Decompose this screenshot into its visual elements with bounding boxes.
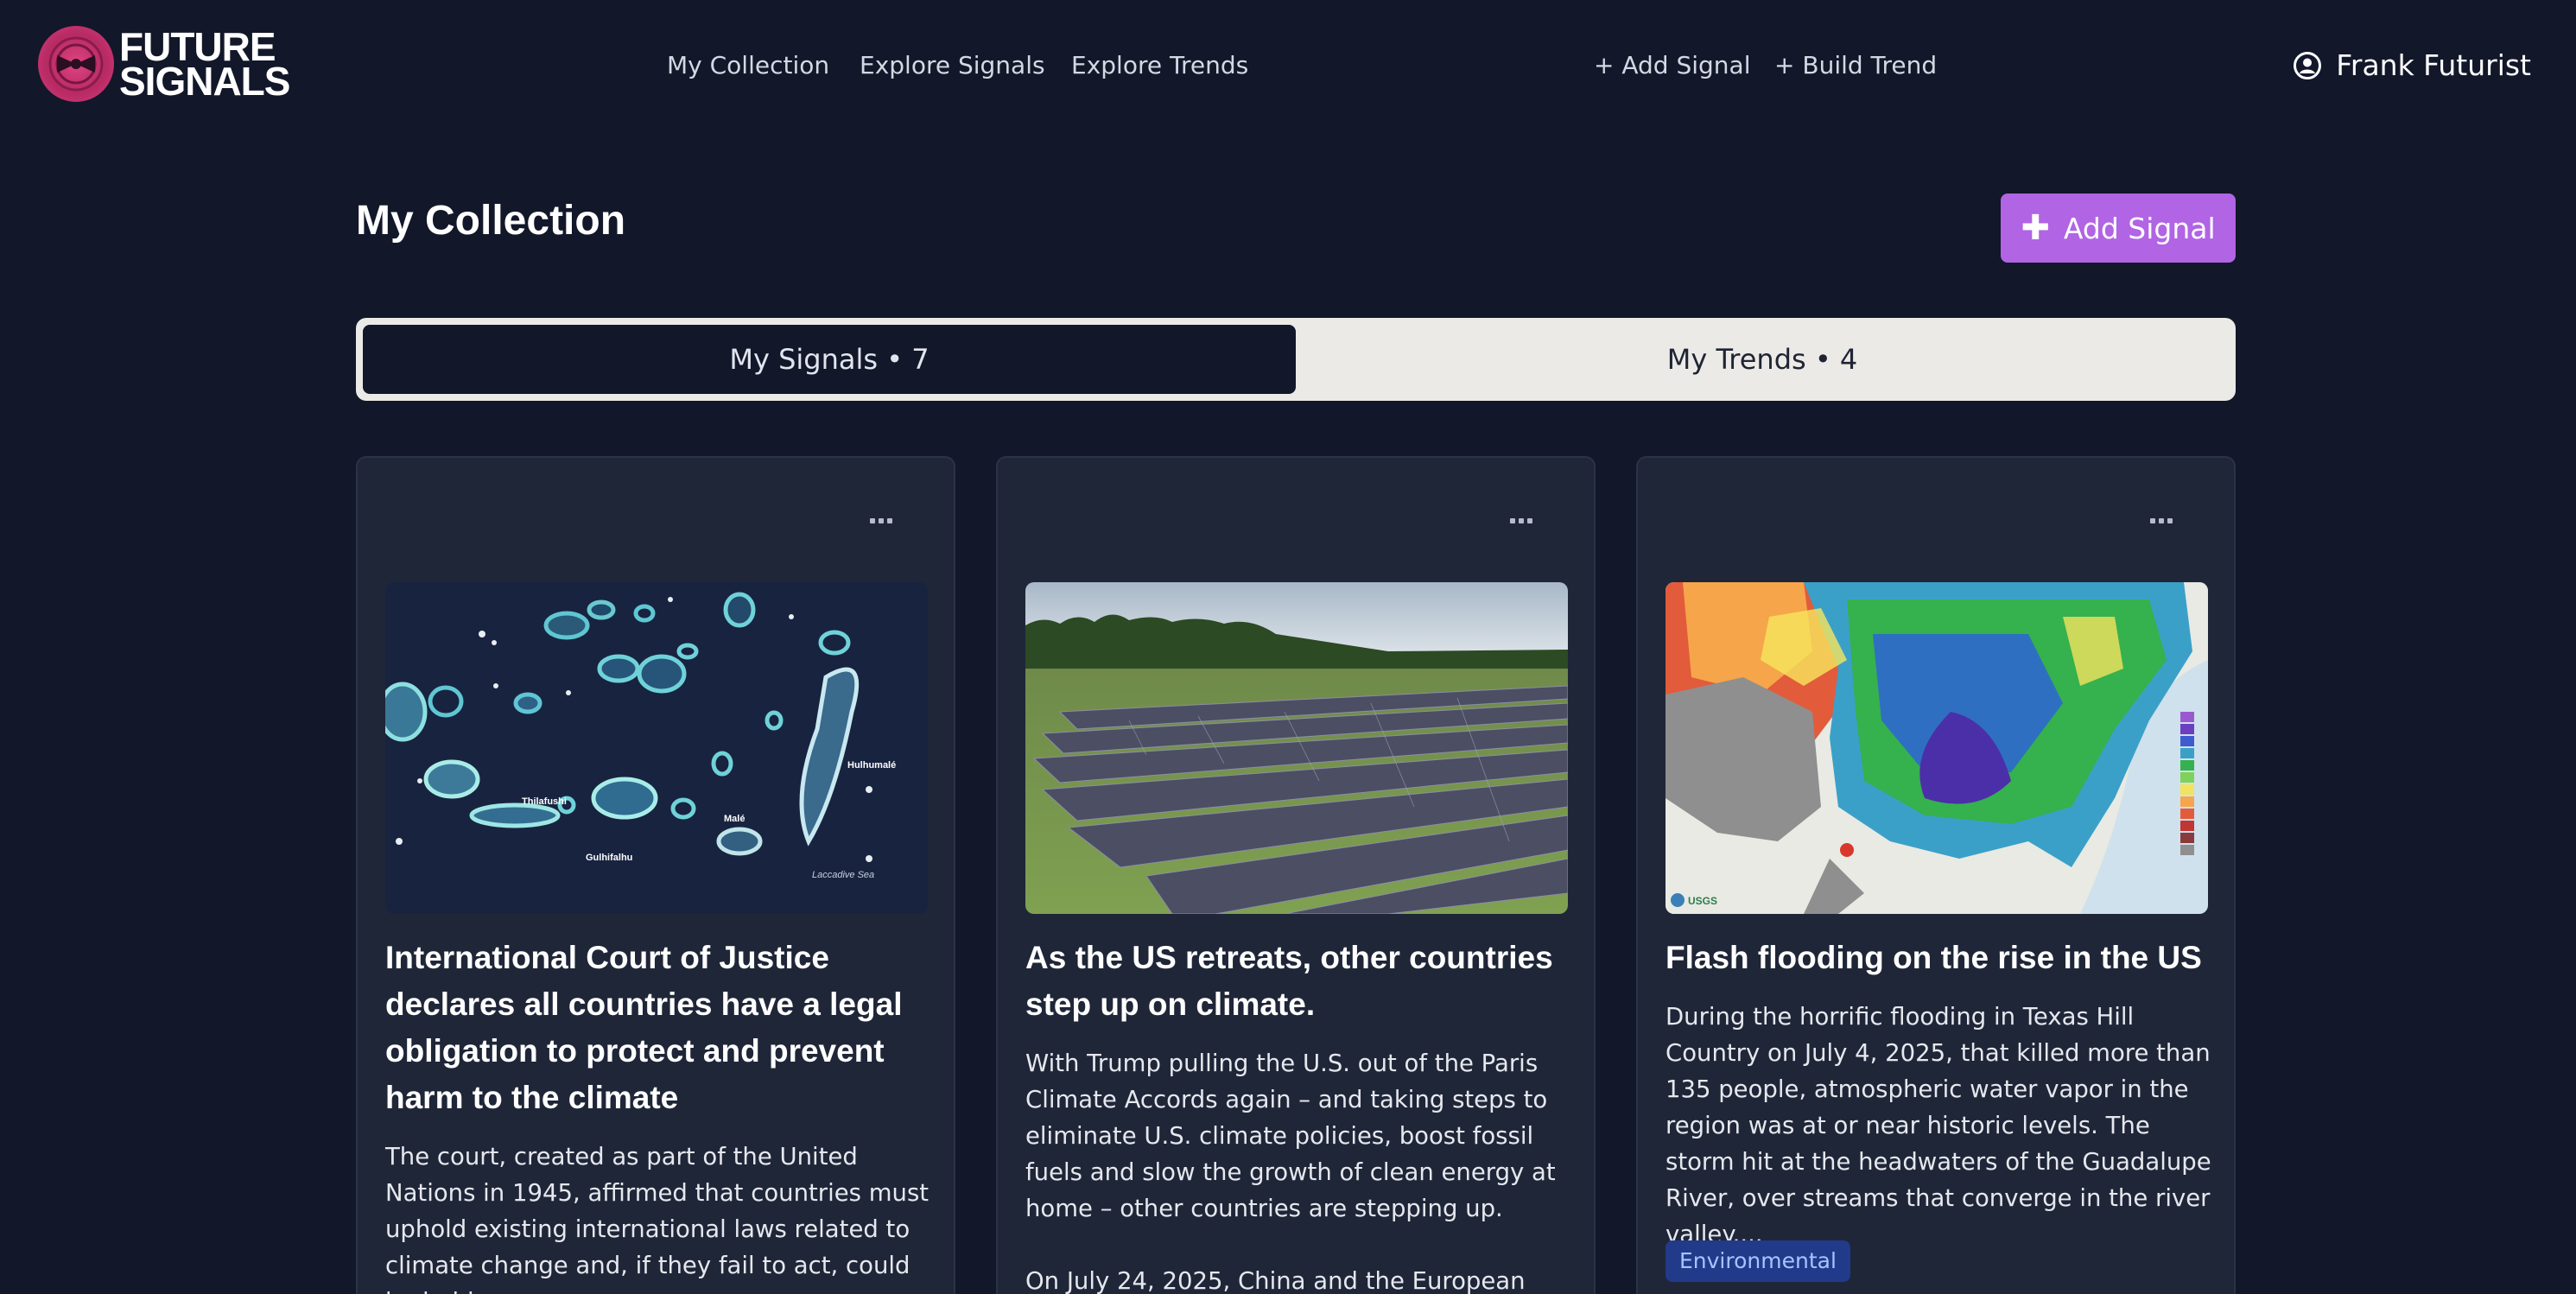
solar-farm-image bbox=[1025, 582, 1568, 914]
user-circle-icon bbox=[2294, 52, 2322, 79]
satellite-islands-image: Hulhumalé Thilafushi Malé Gulhifalhu Lac… bbox=[385, 582, 928, 914]
page-title: My Collection bbox=[356, 198, 626, 244]
nav-explore-trends[interactable]: Explore Trends bbox=[1071, 48, 1248, 83]
map-label-thilafushi: Thilafushi bbox=[522, 796, 567, 807]
card-body: During the horrific flooding in Texas Hi… bbox=[1666, 1003, 2211, 1248]
map-label-hulhumale: Hulhumalé bbox=[847, 760, 896, 771]
card-body: With Trump pulling the U.S. out of the P… bbox=[1025, 1050, 1556, 1294]
plus-icon: ✚ bbox=[2021, 208, 2050, 248]
more-options-icon[interactable] bbox=[1504, 508, 1539, 534]
card-title[interactable]: As the US retreats, other countries step… bbox=[1025, 935, 1570, 1028]
category-tag[interactable]: Environmental bbox=[1666, 1240, 1850, 1282]
more-options-icon[interactable] bbox=[2144, 508, 2179, 534]
logo-mark-icon bbox=[38, 26, 114, 102]
logo-line-2: SIGNALS bbox=[119, 59, 290, 104]
future-signals-logo[interactable]: FUTURE SIGNALS bbox=[38, 26, 290, 104]
nav-explore-signals[interactable]: Explore Signals bbox=[860, 48, 1045, 83]
top-navbar: FUTURE SIGNALS My Collection Explore Sig… bbox=[0, 0, 2576, 131]
add-signal-button-label: Add Signal bbox=[2063, 211, 2216, 245]
user-menu[interactable]: Frank Futurist bbox=[2293, 47, 2531, 85]
user-name: Frank Futurist bbox=[2336, 48, 2531, 82]
add-signal-button[interactable]: ✚ Add Signal bbox=[2001, 193, 2236, 263]
tab-my-trends[interactable]: My Trends • 4 bbox=[1296, 325, 2229, 394]
map-label-laccadive-sea: Laccadive Sea bbox=[812, 870, 874, 880]
map-label-usgs: USGS bbox=[1688, 895, 1717, 907]
signal-card[interactable]: As the US retreats, other countries step… bbox=[996, 456, 1596, 1294]
signal-card[interactable]: USGS Flash flooding on the rise in the U… bbox=[1636, 456, 2236, 1294]
more-options-icon[interactable] bbox=[864, 508, 898, 534]
card-title[interactable]: International Court of Justice declares … bbox=[385, 935, 930, 1121]
card-body: The court, created as part of the United… bbox=[385, 1143, 930, 1294]
card-title[interactable]: Flash flooding on the rise in the US bbox=[1666, 935, 2210, 981]
map-label-gulhifalhu: Gulhifalhu bbox=[586, 853, 632, 863]
tab-my-signals[interactable]: My Signals • 7 bbox=[363, 325, 1296, 394]
collection-tabs: My Signals • 7 My Trends • 4 bbox=[356, 318, 2236, 401]
flood-map-image: USGS bbox=[1666, 582, 2208, 914]
logo-wordmark: FUTURE SIGNALS bbox=[119, 27, 290, 104]
map-label-male: Malé bbox=[724, 814, 745, 824]
nav-my-collection[interactable]: My Collection bbox=[667, 48, 829, 83]
nav-build-trend[interactable]: + Build Trend bbox=[1774, 48, 1937, 83]
nav-add-signal[interactable]: + Add Signal bbox=[1594, 48, 1750, 83]
signal-card[interactable]: Hulhumalé Thilafushi Malé Gulhifalhu Lac… bbox=[356, 456, 955, 1294]
